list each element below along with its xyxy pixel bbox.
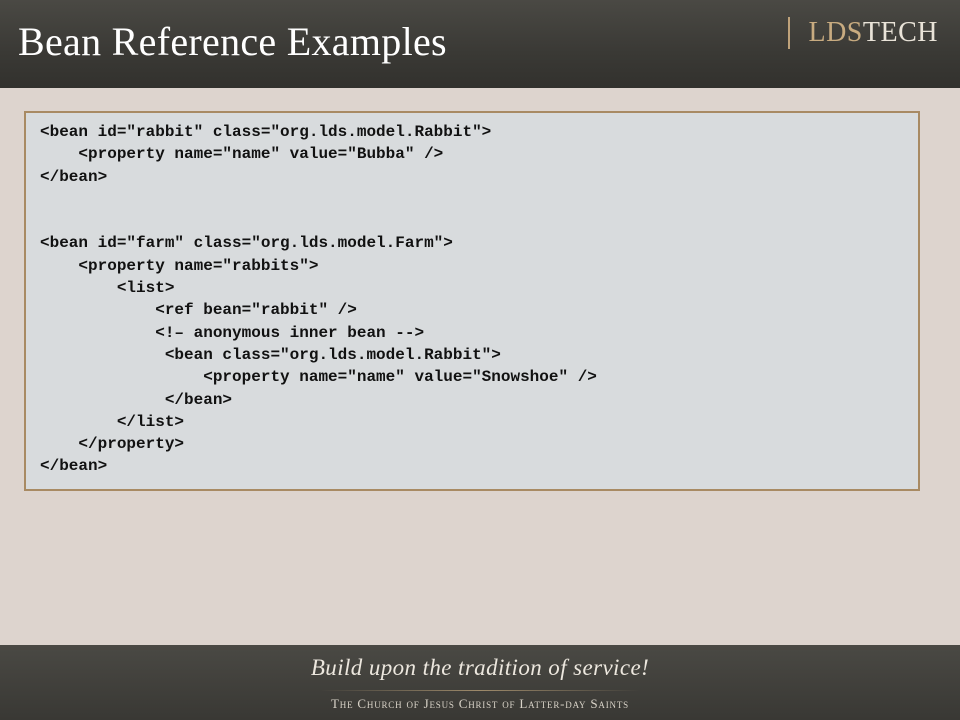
code-line: </bean> [40, 457, 108, 476]
slide-header: Bean Reference Examples LDS TECH [0, 0, 960, 88]
code-line: <property name="rabbits"> [40, 256, 319, 275]
code-line: <!– anonymous inner bean --> [40, 323, 425, 342]
footer-church-name: The Church of Jesus Christ of Latter-day… [331, 696, 629, 711]
code-line: </property> [40, 435, 185, 454]
code-listing: <bean id="rabbit" class="org.lds.model.R… [40, 121, 597, 478]
code-gap [40, 188, 597, 210]
code-line: <property name="name" value="Bubba" /> [40, 145, 444, 164]
footer-divider [320, 690, 640, 691]
code-line: </bean> [40, 390, 233, 409]
code-gap [40, 210, 597, 232]
code-example-box: <bean id="rabbit" class="org.lds.model.R… [24, 111, 920, 491]
code-line: <bean class="org.lds.model.Rabbit"> [40, 345, 501, 364]
code-line: <list> [40, 279, 175, 298]
slide-title: Bean Reference Examples [18, 19, 447, 64]
code-line: <bean id="farm" class="org.lds.model.Far… [40, 234, 453, 253]
logo-divider [788, 17, 791, 49]
footer-tagline: Build upon the tradition of service! [310, 655, 650, 680]
ldstech-logo: LDS TECH [788, 16, 938, 50]
code-line: </list> [40, 412, 185, 431]
code-line: </bean> [40, 167, 108, 186]
code-line: <ref bean="rabbit" /> [40, 301, 357, 320]
slide-footer: Build upon the tradition of service! The… [0, 645, 960, 720]
code-line: <property name="name" value="Snowshoe" /… [40, 368, 597, 387]
code-line: <bean id="rabbit" class="org.lds.model.R… [40, 123, 492, 141]
logo-tech-text: TECH [862, 17, 938, 48]
logo-lds-text: LDS [808, 17, 863, 48]
